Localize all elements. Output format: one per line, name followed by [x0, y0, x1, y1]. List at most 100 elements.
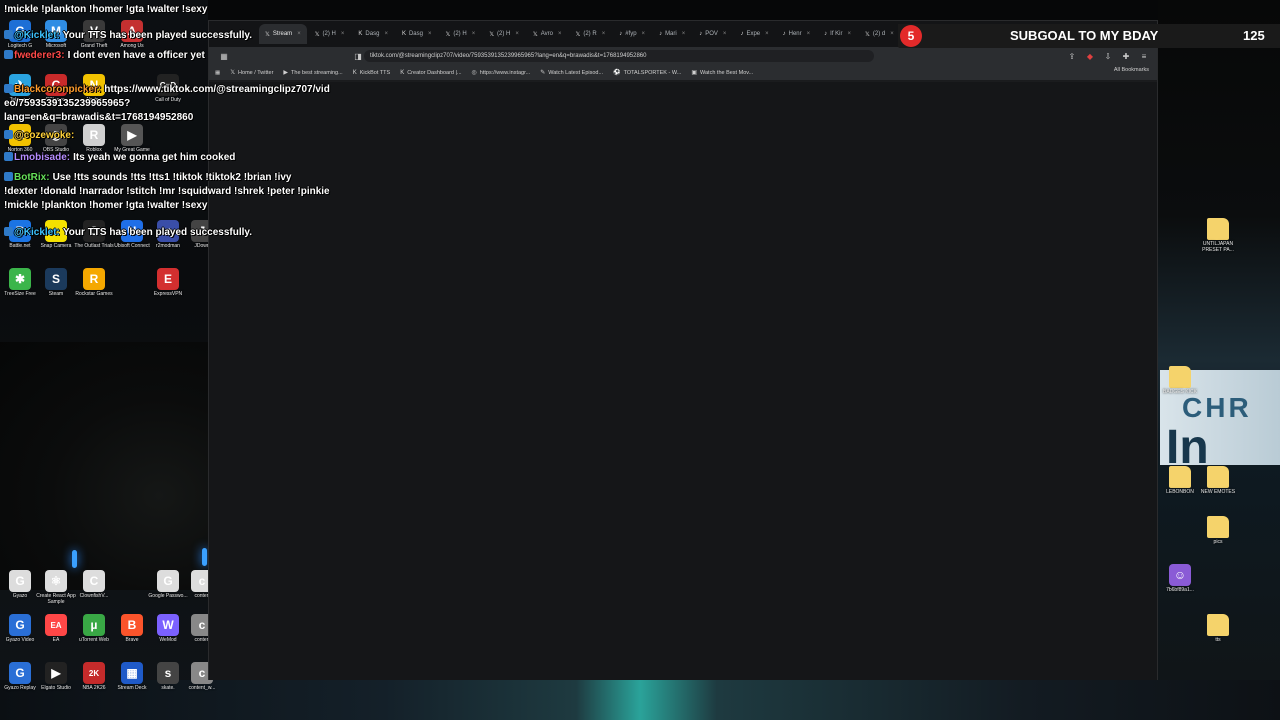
desktop-icon-label: pics — [1213, 539, 1223, 545]
browser-tab[interactable]: K Dasg × — [396, 24, 438, 44]
desktop-icon[interactable]: 2K NBA 2K26 — [74, 662, 114, 691]
browser-tab[interactable]: 𝕏 Stream × — [259, 24, 307, 44]
tab-label: Mari — [665, 31, 677, 37]
desktop-icon[interactable]: ✱ TreeSize Free — [0, 268, 40, 297]
desktop-icon[interactable]: ▦ Stream Deck — [112, 662, 152, 691]
bookmarks-bar: ▦ 𝕏 Home / Twitter ▶ The best streaming... K… — [209, 65, 1157, 81]
desktop-icon[interactable]: ☺ 7b6bf89a1... — [1160, 564, 1200, 593]
all-bookmarks-button[interactable]: All Bookmarks — [1114, 67, 1149, 73]
browser-tab[interactable]: 𝕏 (2) d × — [859, 24, 900, 44]
subgoal-count-badge: 5 — [900, 25, 922, 47]
menu-icon[interactable]: ≡ — [1137, 49, 1151, 63]
desktop-icon-label: UNTILJAPAN PRESET PA... — [1202, 241, 1234, 253]
bookmark-item[interactable]: ⚽ TOTALSPORTEK - W... — [613, 69, 681, 77]
browser-tab[interactable]: ♪ Henr × — [777, 24, 817, 44]
apps-icon[interactable]: ▦ — [217, 49, 231, 63]
tiktok-icon: ♪ — [659, 31, 663, 37]
bookmark-item[interactable]: K Creator Dashboard |... — [400, 69, 461, 76]
close-icon[interactable]: × — [428, 31, 432, 37]
desktop-icon[interactable]: G Gyazo — [0, 570, 40, 599]
desktop-icon[interactable]: G Gyazo Video — [0, 614, 40, 643]
close-icon[interactable]: × — [723, 31, 727, 37]
bookmark-label: KickBot TTS — [359, 69, 391, 76]
desktop-icon[interactable]: UNTILJAPAN PRESET PA... — [1198, 218, 1238, 253]
close-icon[interactable]: × — [765, 31, 769, 37]
desktop-icon[interactable]: µ uTorrent Web — [74, 614, 114, 643]
bookmark-item[interactable]: ✎ Watch Latest Episod... — [540, 69, 603, 77]
download-icon[interactable]: ⇩ — [1101, 49, 1115, 63]
chat-username: Blackcoronpicker: — [14, 84, 102, 95]
chat-username: @cozewoke: — [14, 130, 75, 141]
desktop-icon[interactable]: tts — [1198, 614, 1238, 643]
desktop-icon[interactable]: C ClownfishV... — [74, 570, 114, 599]
browser-tab[interactable]: K Dasg × — [352, 24, 394, 44]
desktop-icon[interactable]: pics — [1198, 516, 1238, 545]
film-icon: ▣ — [691, 70, 697, 76]
toolbar-actions: ⇪ ◆ ⇩ ✚ ≡ — [1065, 49, 1151, 63]
bookmark-item[interactable]: 𝕏 Home / Twitter — [230, 69, 273, 77]
bookmark-item[interactable]: ▣ Watch the Best Mov... — [691, 69, 753, 77]
close-icon[interactable]: × — [297, 31, 301, 37]
headset-light-right — [202, 548, 207, 566]
close-icon[interactable]: × — [807, 31, 811, 37]
browser-tab[interactable]: ♪ #fyp × — [613, 24, 651, 44]
close-icon[interactable]: × — [602, 31, 606, 37]
desktop-icon-label: The Outlast Trials — [74, 243, 114, 249]
desktop-icon[interactable]: R Roblox — [74, 124, 114, 153]
desktop-icon-label: uTorrent Web — [79, 637, 109, 643]
close-icon[interactable]: × — [515, 31, 519, 37]
pen-icon: ✎ — [540, 70, 546, 76]
close-icon[interactable]: × — [848, 31, 852, 37]
bookmark-icon[interactable]: ◨ — [351, 49, 365, 63]
close-icon[interactable]: × — [890, 31, 894, 37]
browser-tab[interactable]: 𝕏(2) H × — [483, 24, 525, 44]
browser-tab[interactable]: 𝕏(2) H × — [309, 24, 351, 44]
bookmark-item[interactable]: ▶ The best streaming... — [283, 69, 342, 77]
desktop-icon[interactable]: B Brave — [112, 614, 152, 643]
browser-tab[interactable]: 𝕏 Avro × — [527, 24, 568, 44]
bookmark-item[interactable]: ◎ https://www.instagr... — [472, 69, 531, 77]
close-icon[interactable]: × — [682, 31, 686, 37]
bookmark-item[interactable]: K KickBot TTS — [353, 69, 390, 76]
desktop-icon[interactable]: ▶ Elgato Studio — [36, 662, 76, 691]
app-icon: 2K — [83, 662, 105, 684]
extensions-icon[interactable]: ✚ — [1119, 49, 1133, 63]
brave-shield-icon[interactable]: ◆ — [1083, 49, 1097, 63]
browser-tab[interactable]: ♪ If Kir × — [818, 24, 857, 44]
browser-tab[interactable]: ♪ POV × — [693, 24, 732, 44]
desktop-icon-label: Steam — [48, 291, 64, 297]
desktop-icon[interactable]: NEW EMOTES — [1198, 466, 1238, 495]
close-icon[interactable]: × — [558, 31, 562, 37]
desktop-icon[interactable]: S Steam — [36, 268, 76, 297]
close-icon[interactable]: × — [642, 31, 646, 37]
desktop-icon[interactable]: R Rockstar Games — [74, 268, 114, 297]
bookmark-list: 𝕏 Home / Twitter ▶ The best streaming... K Ki… — [230, 69, 753, 77]
chat-text: !mickle !plankton !homer !gta !walter !s… — [4, 200, 208, 211]
desktop-icon[interactable]: LEBONBON — [1160, 466, 1200, 495]
browser-tab[interactable]: 𝕏(2) H × — [440, 24, 482, 44]
close-icon[interactable]: × — [472, 31, 476, 37]
chat-badge-icon — [4, 30, 13, 39]
apps-grid-icon[interactable]: ▦ — [215, 70, 220, 76]
app-icon: ✱ — [9, 268, 31, 290]
browser-tab[interactable]: ♪ Expe × — [734, 24, 774, 44]
desktop-icon[interactable]: E ExpressVPN — [148, 268, 188, 297]
desktop-icon[interactable]: G Gyazo Replay — [0, 662, 40, 691]
subgoal-label: SUBGOAL TO MY BDAY — [1010, 28, 1159, 43]
browser-tab[interactable]: 𝕏 (2) R × — [570, 24, 612, 44]
close-icon[interactable]: × — [341, 31, 345, 37]
desktop-icon[interactable]: ▶ My Great Game — [112, 124, 152, 153]
browser-tab[interactable]: ♪ Mari × — [653, 24, 691, 44]
desktop-icon[interactable]: BADGES KICK — [1160, 366, 1200, 395]
app-icon: s — [157, 662, 179, 684]
chat-username: @Kicklet: — [14, 227, 60, 238]
desktop-icon[interactable]: EA EA — [36, 614, 76, 643]
desktop-icon[interactable]: ⚛ Create React App Sample — [36, 570, 76, 605]
close-icon[interactable]: × — [384, 31, 388, 37]
desktop-icon-label: tts — [1215, 637, 1221, 643]
chat-text: !dexter !donald !narrador !stitch !mr !s… — [4, 186, 330, 197]
share-icon[interactable]: ⇪ — [1065, 49, 1079, 63]
address-bar[interactable]: tiktok.com/@streamingclipz707/video/7593… — [364, 50, 874, 62]
page-content[interactable] — [209, 82, 1157, 680]
desktop-icon-label: Stream Deck — [117, 685, 147, 691]
